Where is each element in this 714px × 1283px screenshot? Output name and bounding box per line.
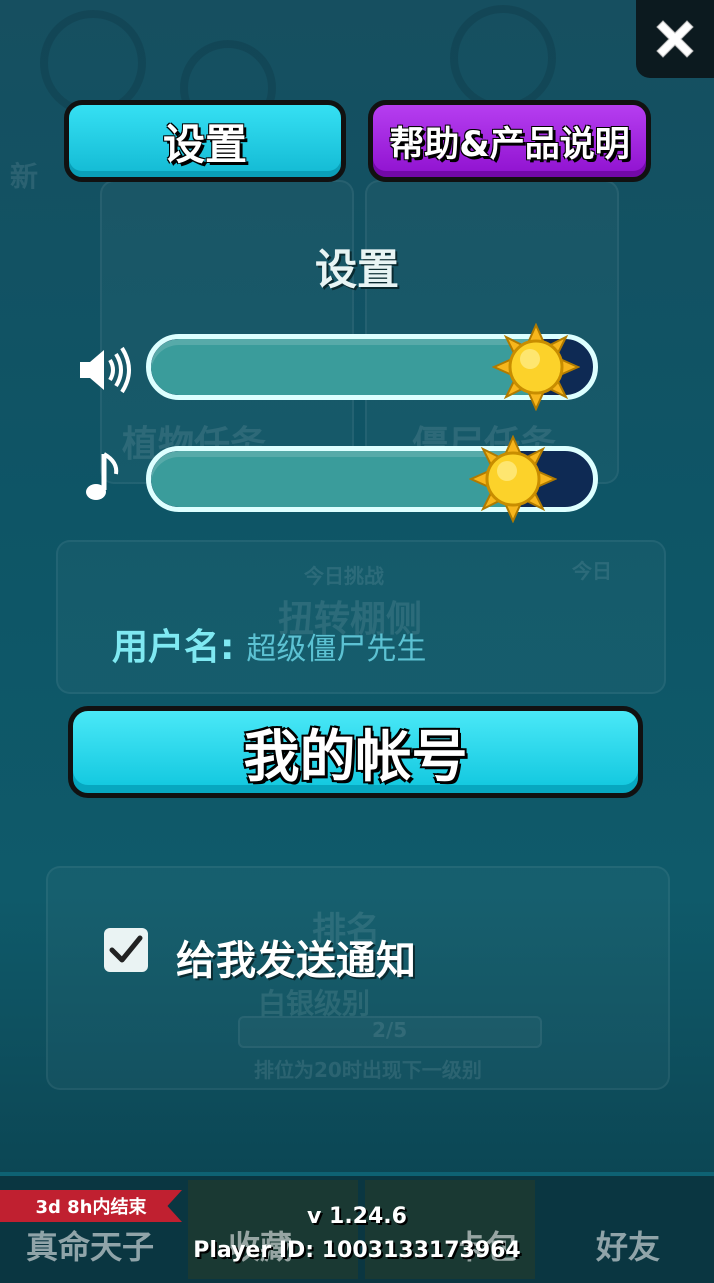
notifications-label: 给我发送通知 [176, 938, 416, 984]
username-row: 用户名: 超级僵尸先生 [112, 618, 426, 670]
sun-knob-icon[interactable] [469, 435, 558, 523]
settings-section-title: 设置 [314, 245, 399, 294]
sound-volume-fill [151, 339, 536, 395]
my-account-button[interactable]: 我的帐号 [68, 706, 643, 798]
checkmark-icon [109, 935, 143, 963]
daily-challenge-label: 今日挑战 [304, 564, 384, 588]
music-note-icon [86, 452, 119, 500]
close-icon [656, 20, 694, 58]
username-value: 超级僵尸先生 [246, 632, 427, 667]
close-button[interactable] [636, 0, 714, 78]
speaker-icon [80, 346, 131, 394]
tab-settings[interactable]: 设置 [64, 100, 346, 182]
notifications-checkbox[interactable] [104, 928, 148, 972]
music-volume-fill [151, 451, 514, 507]
rank-hint: 排位为20时出现下一级别 [254, 1058, 482, 1082]
today-label: 今日 [572, 559, 612, 583]
username-label: 用户名: [112, 627, 235, 668]
player-id-text: Player ID: 1003133173964 [193, 1238, 521, 1263]
tab-help[interactable]: 帮助&产品说明 [368, 100, 651, 182]
background-new-label: 新 [10, 160, 39, 193]
sun-knob-icon[interactable] [491, 323, 580, 411]
background-leaf-icon [450, 5, 556, 111]
version-text: v 1.24.6 [307, 1204, 407, 1229]
rank-progress-text: 2/5 [372, 1018, 408, 1042]
